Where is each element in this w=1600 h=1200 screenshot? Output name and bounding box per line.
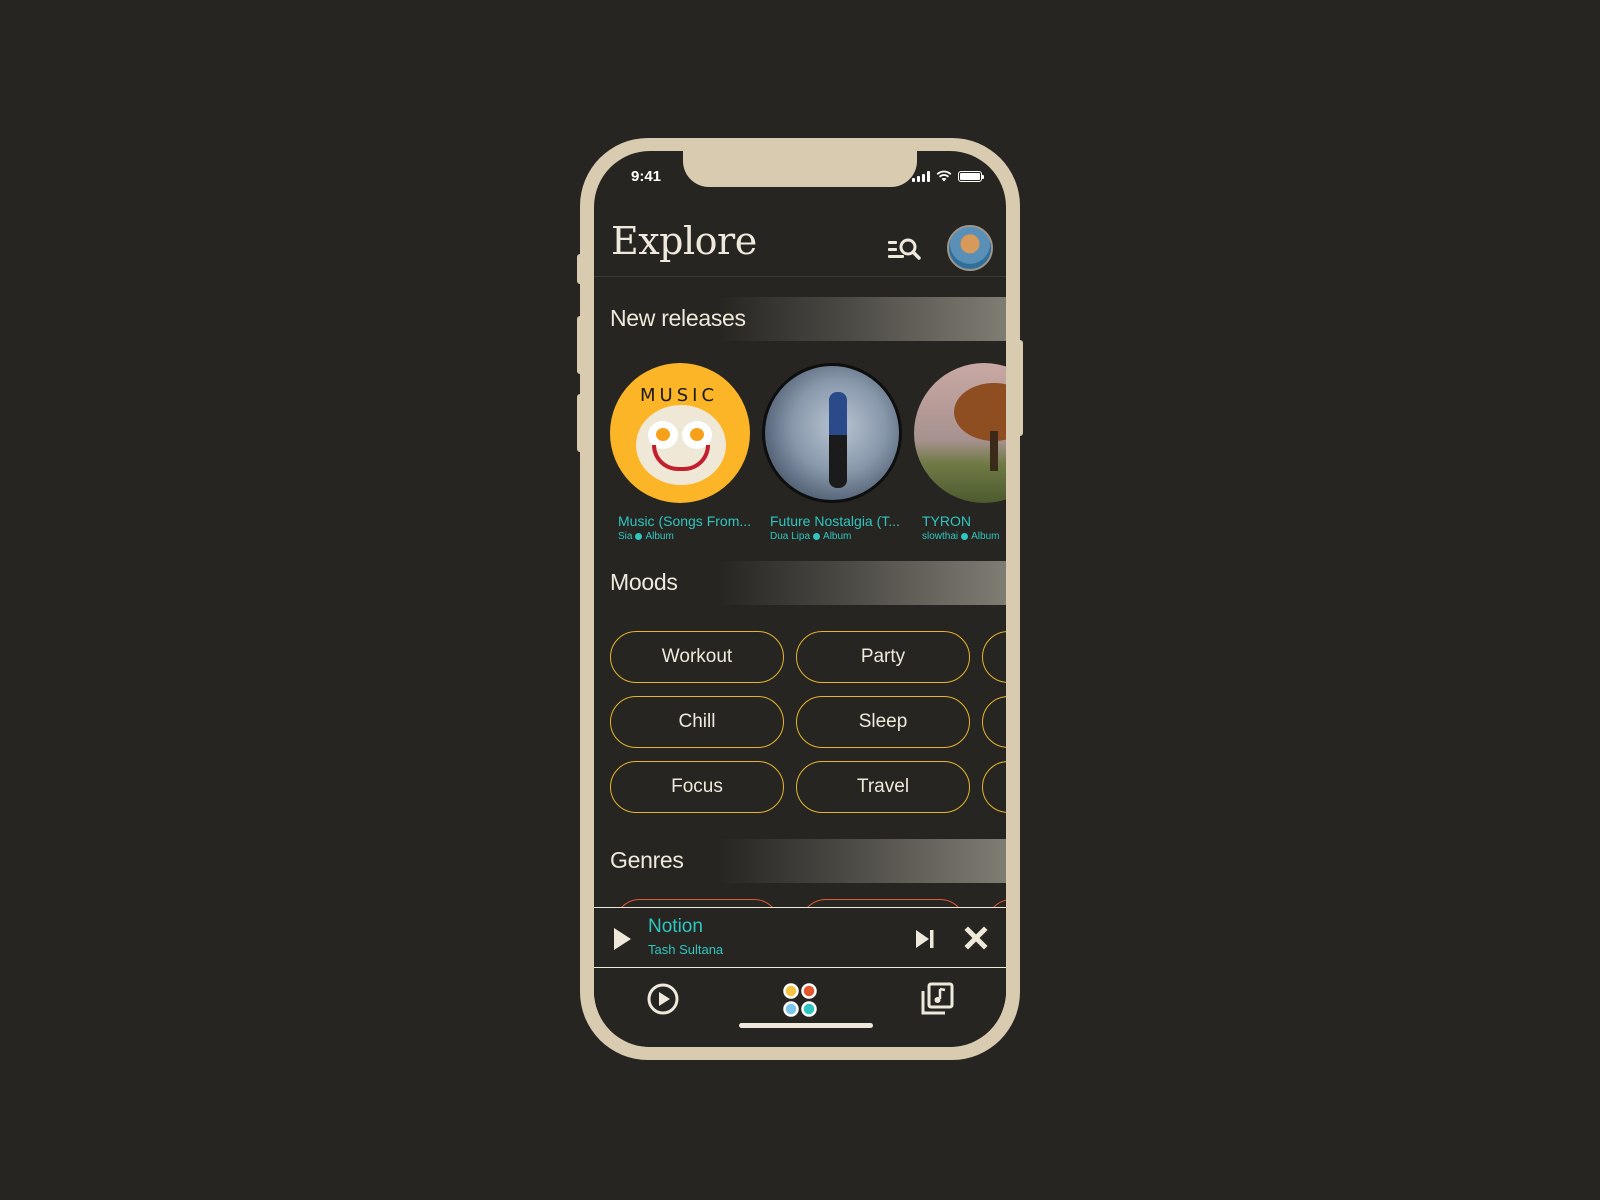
skip-next-icon[interactable] <box>914 928 936 950</box>
status-icons <box>912 170 984 182</box>
tab-now-playing[interactable] <box>646 982 680 1016</box>
status-time: 9:41 <box>631 168 662 185</box>
wifi-icon <box>936 170 952 182</box>
mood-pill-sleep[interactable]: Sleep <box>796 696 970 748</box>
mini-player[interactable]: Notion Tash Sultana <box>594 907 1006 968</box>
tab-bar <box>594 968 1006 1047</box>
mood-pill-party[interactable]: Party <box>796 631 970 683</box>
release-title: Music (Songs From... <box>618 513 752 529</box>
avatar[interactable] <box>947 225 993 271</box>
mood-pill-travel[interactable]: Travel <box>796 761 970 813</box>
mood-pill-chill[interactable]: Chill <box>610 696 784 748</box>
home-indicator[interactable] <box>739 1023 873 1028</box>
mood-pill-more[interactable] <box>982 631 1006 683</box>
battery-icon <box>958 171 984 182</box>
release-meta: Sia Album <box>618 531 750 542</box>
new-releases-carousel[interactable]: MUSIC Music (Songs From... Sia Album Fut… <box>610 363 1006 553</box>
separator-dot <box>635 533 643 540</box>
release-title: TYRON <box>922 513 971 529</box>
release-card[interactable]: MUSIC Music (Songs From... Sia Album <box>610 363 752 542</box>
mood-pill-more[interactable] <box>982 696 1006 748</box>
release-meta: slowthai Album <box>922 531 1006 542</box>
mood-pill-more[interactable] <box>982 761 1006 813</box>
notch <box>683 151 917 187</box>
release-artist: slowthai <box>922 531 959 542</box>
release-card[interactable]: Future Nostalgia (T... Dua Lipa Album <box>762 363 902 542</box>
separator-dot <box>813 533 821 540</box>
play-icon[interactable] <box>614 928 631 950</box>
menu-search-icon <box>888 238 921 260</box>
page-title: Explore <box>611 219 757 263</box>
album-cover: MUSIC <box>610 363 750 503</box>
section-header-genres: Genres <box>594 839 1006 883</box>
release-title: Future Nostalgia (T... <box>770 513 900 529</box>
release-type: Album <box>971 531 1000 542</box>
search-button[interactable] <box>886 235 926 265</box>
phone-screen: 9:41 Explore New releases MUSIC Music (S… <box>594 151 1006 1047</box>
release-artist: Sia <box>618 531 633 542</box>
album-cover <box>762 363 902 503</box>
mood-pill-workout[interactable]: Workout <box>610 631 784 683</box>
release-type: Album <box>645 531 674 542</box>
tab-explore[interactable] <box>782 982 818 1018</box>
section-header-new-releases: New releases <box>594 297 1006 341</box>
release-artist: Dua Lipa <box>770 531 811 542</box>
section-title: Moods <box>610 569 678 595</box>
tab-library[interactable] <box>920 982 954 1016</box>
section-title: Genres <box>610 847 684 873</box>
cellular-signal-icon <box>912 171 930 182</box>
release-type: Album <box>823 531 852 542</box>
separator-dot <box>961 533 969 540</box>
album-cover <box>914 363 1006 503</box>
section-title: New releases <box>610 305 746 331</box>
now-playing-track: Notion <box>648 916 703 937</box>
release-card[interactable]: TYRON slowthai Album <box>914 363 1006 542</box>
mood-pill-focus[interactable]: Focus <box>610 761 784 813</box>
now-playing-artist: Tash Sultana <box>648 942 724 957</box>
close-icon[interactable] <box>964 926 988 950</box>
section-header-moods: Moods <box>594 561 1006 605</box>
release-meta: Dua Lipa Album <box>770 531 902 542</box>
header: Explore <box>594 217 1006 277</box>
